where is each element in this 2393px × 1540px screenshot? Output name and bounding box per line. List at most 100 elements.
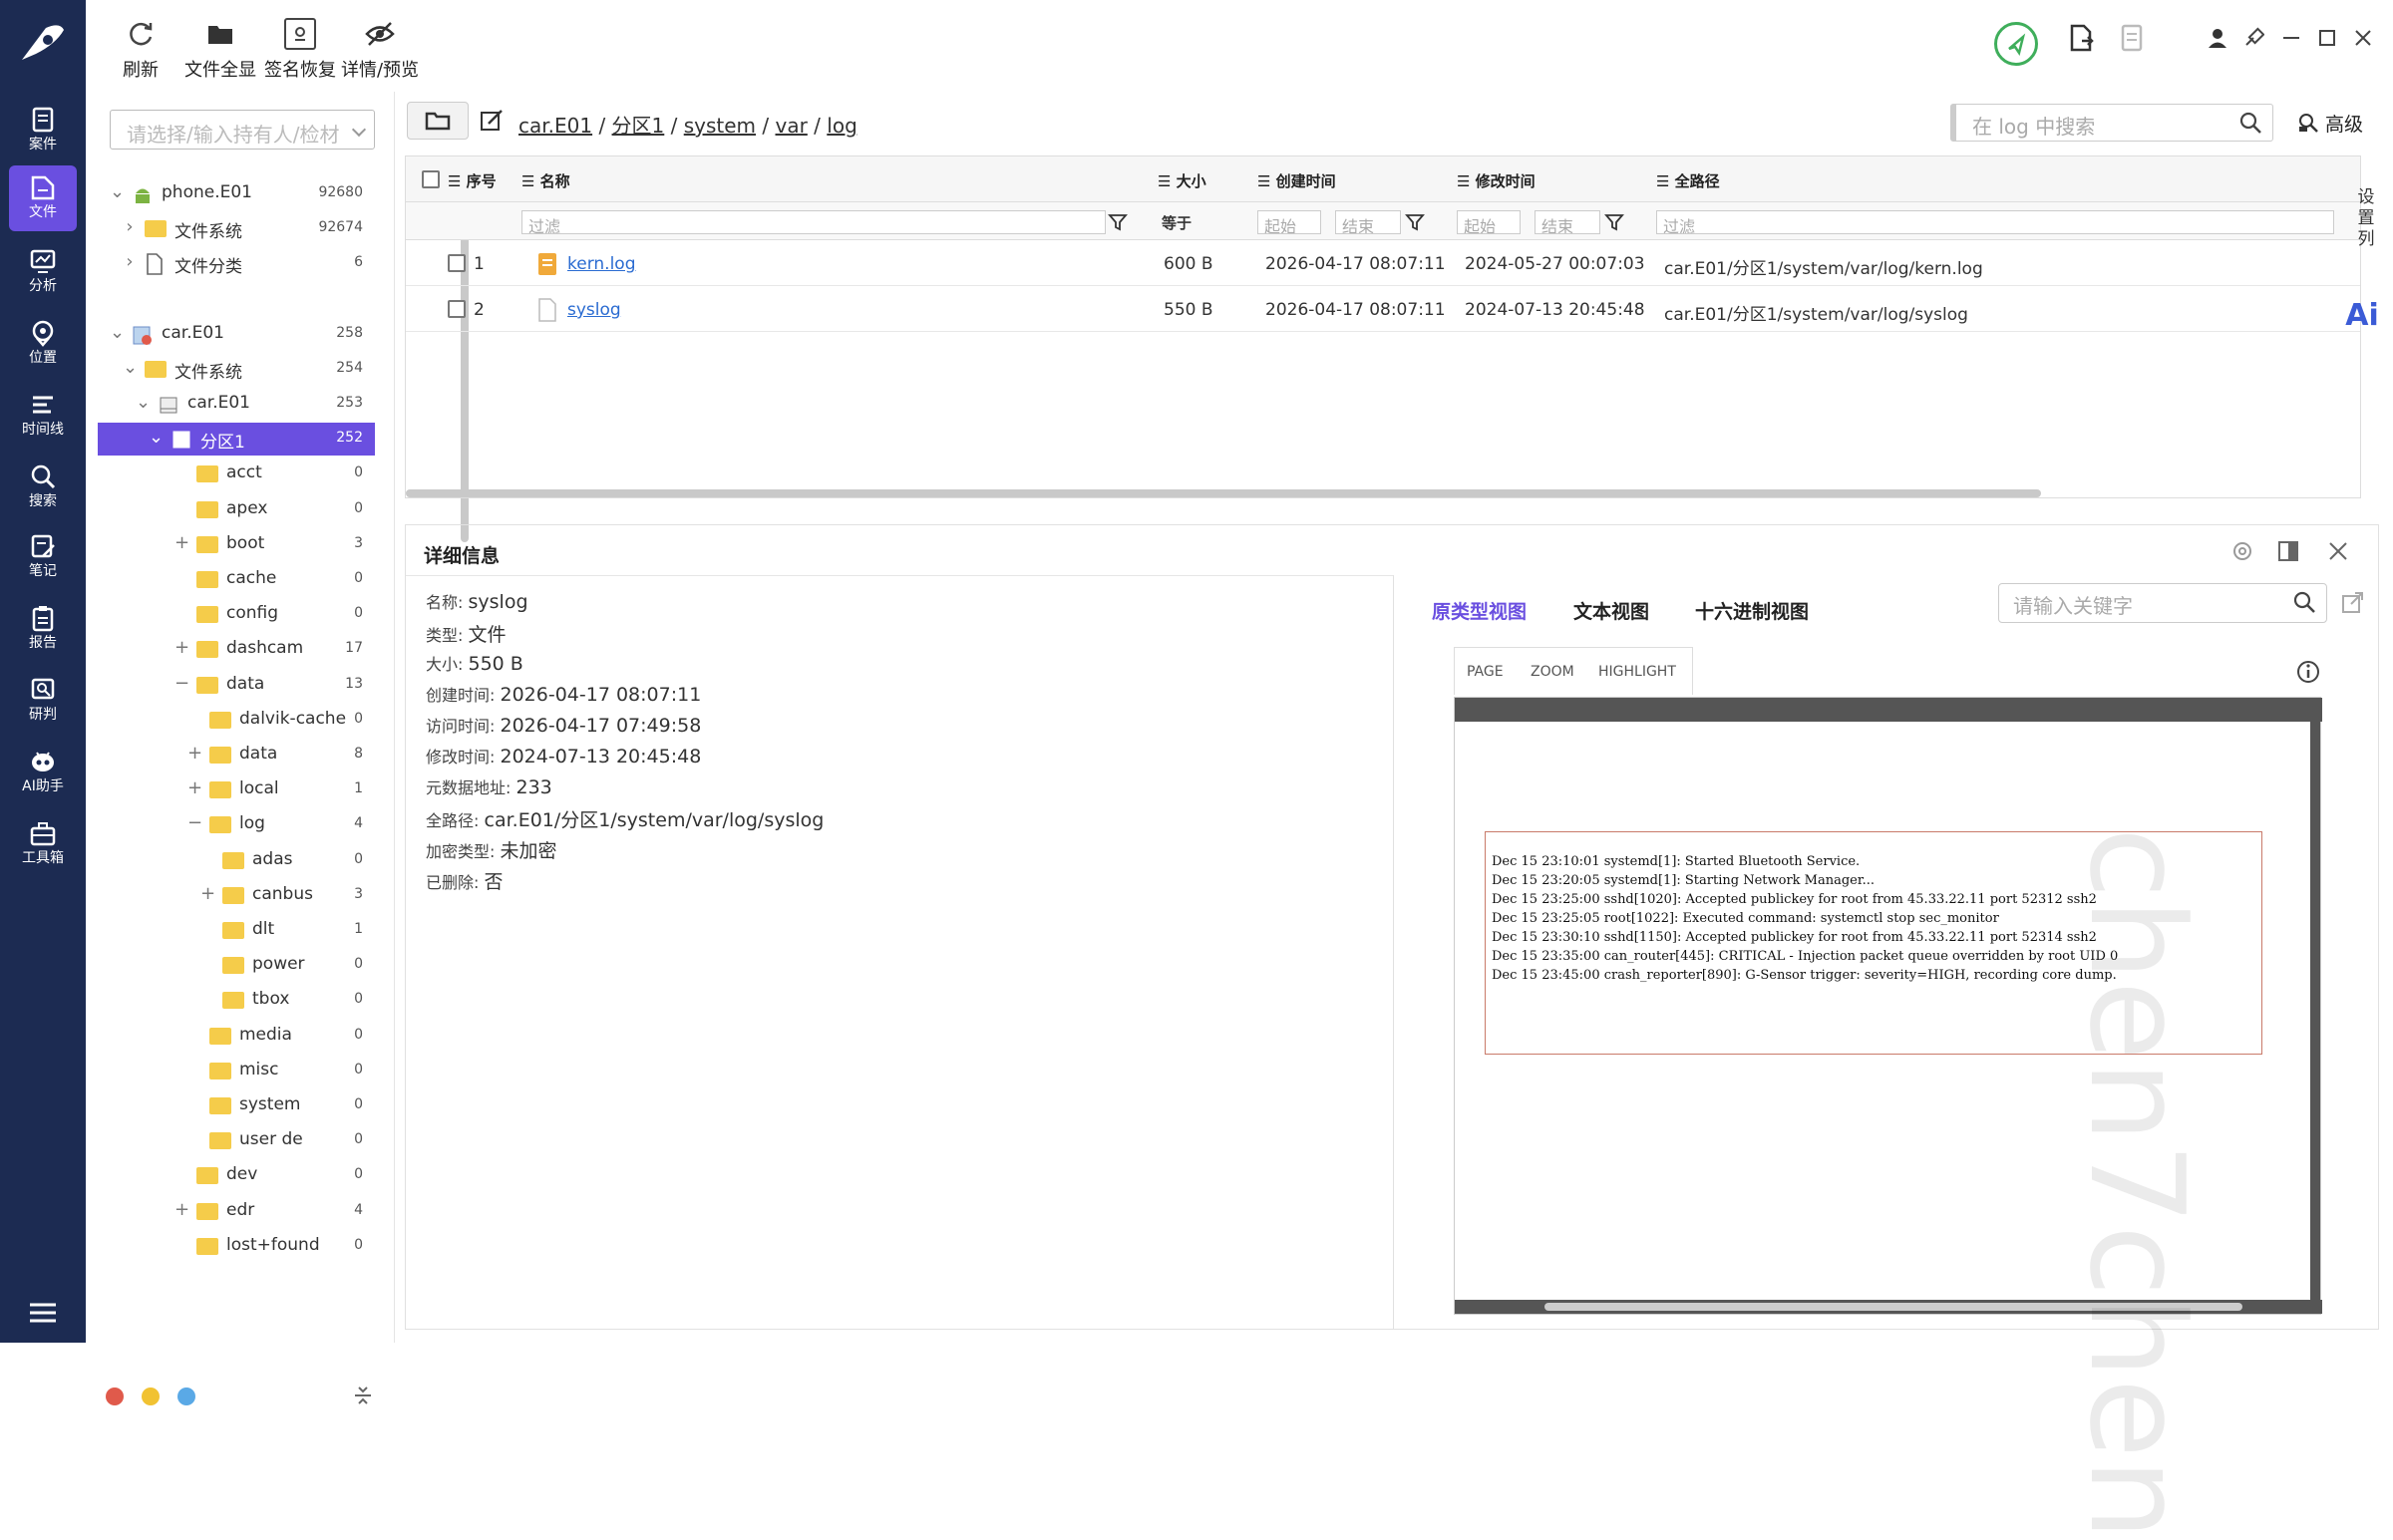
- tree-node[interactable]: dalvik-cache 0: [98, 704, 375, 737]
- close-icon[interactable]: [2326, 539, 2350, 563]
- file-name-link[interactable]: kern.log: [567, 254, 635, 274]
- chevron-down-icon[interactable]: ⌄: [149, 429, 164, 447]
- page-button[interactable]: PAGE: [1467, 664, 1504, 680]
- advanced-search-button[interactable]: 高级: [2297, 110, 2387, 138]
- tree-node[interactable]: − log 4: [98, 808, 375, 841]
- tree-node[interactable]: system 0: [98, 1089, 375, 1122]
- created-end-input[interactable]: 结束: [1335, 210, 1401, 234]
- chevron-down-icon[interactable]: ⌄: [123, 358, 138, 376]
- keyword-search-input[interactable]: 请输入关键字: [1998, 583, 2327, 623]
- nav-analysis[interactable]: 分析: [9, 239, 77, 305]
- nav-timeline[interactable]: 时间线: [9, 383, 77, 449]
- tree-node[interactable]: ⌄ car.E01 253: [98, 388, 375, 421]
- name-filter-input[interactable]: 过滤: [521, 210, 1106, 234]
- expand-icon[interactable]: +: [174, 1200, 189, 1218]
- crumb-var[interactable]: var: [776, 114, 808, 138]
- tree-node[interactable]: misc 0: [98, 1055, 375, 1087]
- document-viewer[interactable]: Dec 15 23:10:01 systemd[1]: Started Blue…: [1454, 697, 2322, 1540]
- nav-judge[interactable]: 研判: [9, 668, 77, 734]
- col-header-name[interactable]: ☰ 名称: [521, 170, 570, 191]
- crumb-car-e01[interactable]: car.E01: [518, 114, 592, 138]
- tree-node[interactable]: lost+found 0: [98, 1230, 375, 1263]
- nav-case[interactable]: 案件: [9, 98, 77, 163]
- modified-end-input[interactable]: 结束: [1535, 210, 1600, 234]
- signature-recover-button[interactable]: 签名恢复: [257, 12, 343, 90]
- column-settings-tab[interactable]: 设置列: [2353, 187, 2379, 271]
- created-start-input[interactable]: 起始: [1257, 210, 1321, 234]
- tab-native-view[interactable]: 原类型视图: [1432, 597, 1527, 624]
- filter-icon[interactable]: [1108, 212, 1128, 232]
- tree-node[interactable]: › 文件分类 6: [98, 247, 375, 280]
- edit-path-icon[interactable]: [479, 108, 505, 134]
- chevron-right-icon[interactable]: ›: [123, 253, 137, 271]
- info-icon[interactable]: [2295, 659, 2321, 685]
- tree-node[interactable]: apex 0: [98, 493, 375, 526]
- split-view-icon[interactable]: [2276, 539, 2300, 563]
- pin-icon[interactable]: [2235, 20, 2271, 56]
- highlight-button[interactable]: HIGHLIGHT: [1598, 664, 1676, 680]
- col-header-fullpath[interactable]: ☰ 全路径: [1656, 170, 1720, 191]
- table-row[interactable]: 2 syslog 550 B 2026-04-17 08:07:11 2024-…: [406, 286, 2360, 332]
- red-dot[interactable]: [106, 1387, 124, 1405]
- expand-icon[interactable]: +: [174, 533, 189, 551]
- tree-node[interactable]: + canbus 3: [98, 879, 375, 912]
- status-online-icon[interactable]: [1994, 22, 2038, 66]
- nav-location[interactable]: 位置: [9, 311, 77, 377]
- tree-node[interactable]: › 文件系统 92674: [98, 212, 375, 245]
- col-header-created[interactable]: ☰ 创建时间: [1257, 170, 1336, 191]
- minimize-icon[interactable]: [2273, 20, 2309, 56]
- tree-node[interactable]: + edr 4: [98, 1195, 375, 1228]
- zoom-button[interactable]: ZOOM: [1531, 664, 1574, 680]
- detail-preview-button[interactable]: 详情/预览: [337, 12, 423, 90]
- tree-node[interactable]: cache 0: [98, 563, 375, 596]
- nav-toolbox[interactable]: 工具箱: [9, 811, 77, 877]
- tree-node[interactable]: media 0: [98, 1020, 375, 1053]
- tab-text-view[interactable]: 文本视图: [1573, 597, 1649, 624]
- folder-search-input[interactable]: 在 log 中搜索: [1950, 104, 2273, 142]
- path-filter-input[interactable]: 过滤: [1656, 210, 2334, 234]
- tree-node[interactable]: + local 1: [98, 773, 375, 806]
- crumb-log[interactable]: log: [827, 114, 857, 138]
- file-name-link[interactable]: syslog: [567, 300, 621, 320]
- tree-node[interactable]: dlt 1: [98, 914, 375, 947]
- user-icon[interactable]: [2200, 20, 2235, 56]
- tree-node[interactable]: + dashcam 17: [98, 633, 375, 666]
- tree-node[interactable]: ⌄ 分区1 252: [98, 423, 375, 457]
- holder-select[interactable]: 请选择/输入持有人/检材: [110, 110, 375, 150]
- nav-report[interactable]: 报告: [9, 596, 77, 662]
- tree-node[interactable]: ⌄ phone.E01 92680: [98, 177, 375, 210]
- collapse-icon[interactable]: −: [174, 674, 189, 692]
- viewer-vscrollbar[interactable]: [2310, 722, 2320, 1300]
- collapse-all-icon[interactable]: [353, 1384, 373, 1407]
- search-icon[interactable]: [2238, 111, 2262, 135]
- nav-ai-assistant[interactable]: AI助手: [9, 740, 77, 805]
- tree-node[interactable]: − data 13: [98, 669, 375, 702]
- size-equals-label[interactable]: 等于: [1162, 212, 1192, 233]
- tree-node[interactable]: power 0: [98, 949, 375, 982]
- table-hscrollbar[interactable]: [406, 489, 2041, 497]
- row-checkbox[interactable]: [448, 300, 466, 318]
- chevron-down-icon[interactable]: ⌄: [110, 183, 125, 201]
- collapse-icon[interactable]: −: [187, 814, 202, 832]
- tree-node[interactable]: + boot 3: [98, 528, 375, 561]
- all-files-button[interactable]: 文件全显: [177, 12, 263, 90]
- tree-node[interactable]: acct 0: [98, 458, 375, 490]
- col-header-no[interactable]: ☰ 序号: [448, 170, 497, 191]
- tree-node[interactable]: ⌄ car.E01 258: [98, 318, 375, 351]
- crumb-partition1[interactable]: 分区1: [612, 114, 665, 138]
- chevron-down-icon[interactable]: ⌄: [136, 394, 151, 412]
- tree-node[interactable]: user de 0: [98, 1124, 375, 1157]
- tree-node[interactable]: config 0: [98, 598, 375, 631]
- search-icon[interactable]: [2292, 590, 2316, 614]
- open-external-icon[interactable]: [2341, 591, 2365, 615]
- row-checkbox[interactable]: [448, 254, 466, 272]
- table-row[interactable]: 1 kern.log 600 B 2026-04-17 08:07:11 202…: [406, 240, 2360, 286]
- blue-dot[interactable]: [177, 1387, 195, 1405]
- expand-icon[interactable]: +: [187, 779, 202, 797]
- expand-icon[interactable]: +: [187, 745, 202, 763]
- col-header-size[interactable]: ☰ 大小: [1158, 170, 1206, 191]
- document-icon[interactable]: [2114, 20, 2150, 56]
- nav-search[interactable]: 搜索: [9, 455, 77, 520]
- maximize-icon[interactable]: [2309, 20, 2345, 56]
- ai-badge[interactable]: Ai: [2339, 291, 2385, 341]
